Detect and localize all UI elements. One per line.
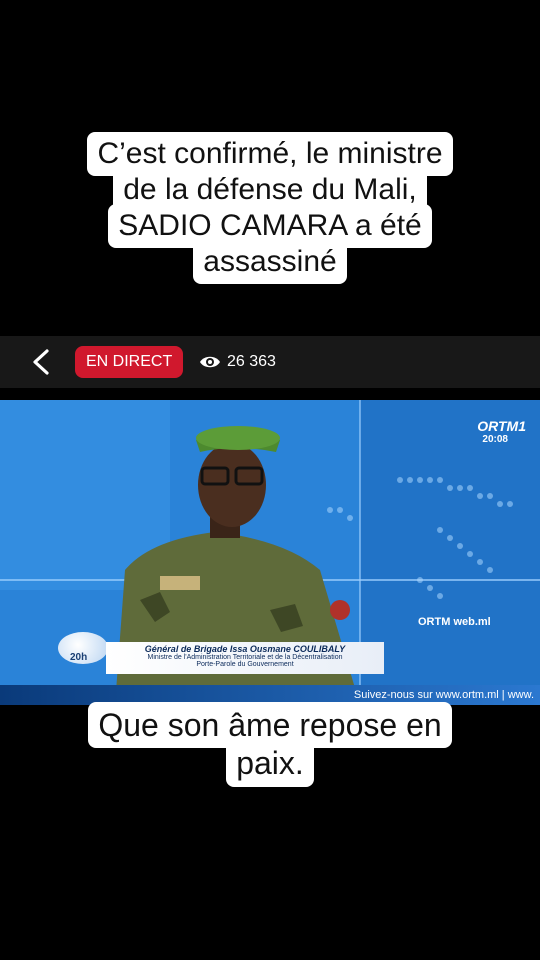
live-badge: EN DIRECT xyxy=(75,346,184,378)
top-caption: C’est confirmé, le ministre de la défens… xyxy=(0,132,540,284)
live-bar: EN DIRECT 26 363 xyxy=(0,336,540,388)
speaker-role: Ministre de l'Administration Territorial… xyxy=(147,654,343,661)
program-20h-badge: 20h xyxy=(58,632,108,664)
speaker-role-secondary: Porte-Parole du Gouvernement xyxy=(196,661,294,668)
back-chevron-icon[interactable] xyxy=(28,348,54,376)
eye-icon xyxy=(200,356,220,368)
program-20h-label: 20h xyxy=(70,652,88,663)
top-caption-line: assassiné xyxy=(193,240,347,284)
channel-time: 20:08 xyxy=(482,434,508,445)
speaker-name: Général de Brigade Issa Ousmane COULIBAL… xyxy=(144,644,346,654)
bottom-caption-line: paix. xyxy=(226,740,314,787)
channel-logo: ORTM1 xyxy=(477,418,526,434)
viewer-count: 26 363 xyxy=(227,353,276,370)
video-frame[interactable]: ORTM1 20:08 20h Général de Brigade Issa … xyxy=(0,400,540,705)
viewer-group: 26 363 xyxy=(199,351,276,373)
web-logo: ORTM web.ml xyxy=(418,616,491,628)
lower-third: Général de Brigade Issa Ousmane COULIBAL… xyxy=(106,642,384,674)
bottom-caption: Que son âme repose en paix. xyxy=(0,702,540,787)
